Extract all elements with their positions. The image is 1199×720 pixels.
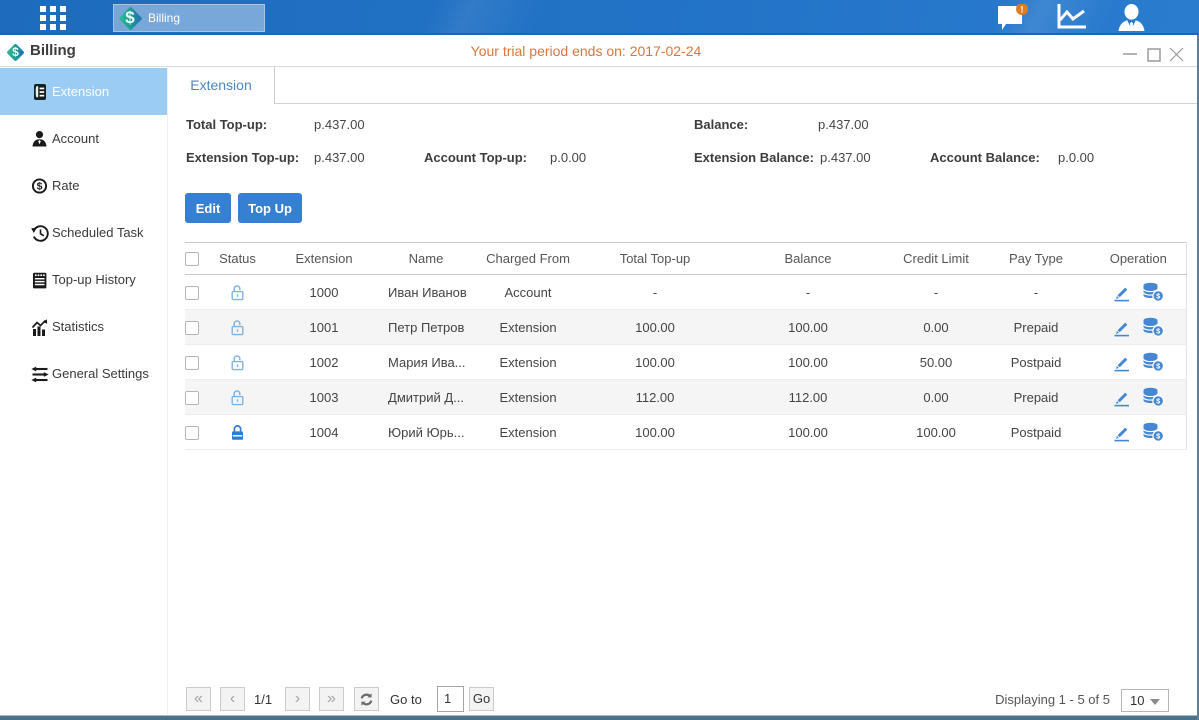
svg-text:$: $ [37, 180, 43, 192]
svg-text:!: ! [1021, 5, 1024, 15]
